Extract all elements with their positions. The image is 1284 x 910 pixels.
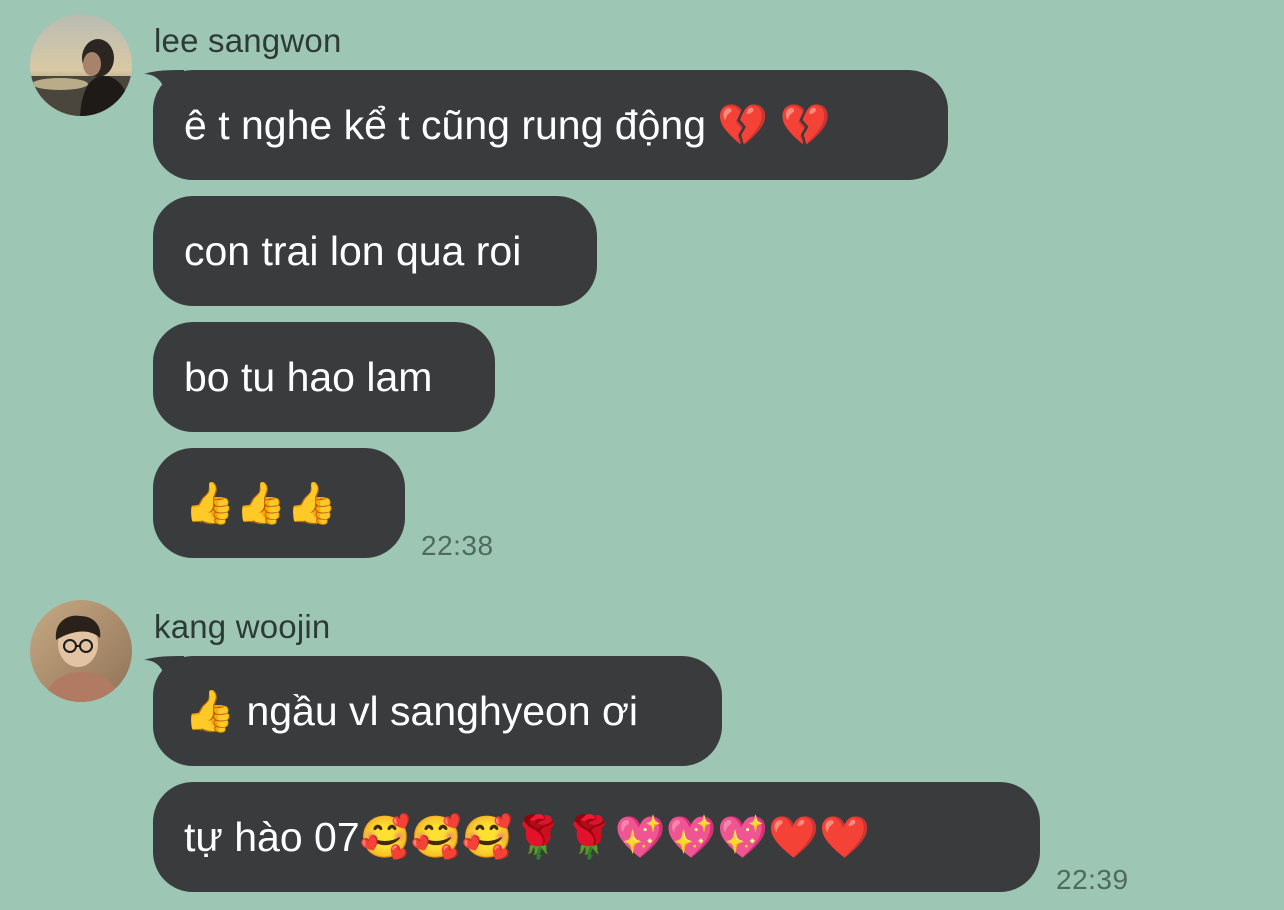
message-timestamp: 22:38 xyxy=(421,530,494,561)
message-bubble[interactable]: 👍👍👍 xyxy=(153,448,405,558)
message-bubble[interactable]: 👍 ngầu vl sanghyeon ơi xyxy=(153,656,722,766)
message-timestamp: 22:39 xyxy=(1056,864,1129,895)
avatar-lee-sangwon[interactable] xyxy=(30,14,132,116)
message-bubble[interactable]: ê t nghe kể t cũng rung động 💔 💔 xyxy=(153,70,948,180)
avatar-photo xyxy=(30,14,132,116)
avatar-kang-woojin[interactable] xyxy=(30,600,132,702)
sender-name: lee sangwon xyxy=(154,22,342,59)
avatar-photo xyxy=(30,600,132,702)
sender-name: kang woojin xyxy=(154,608,331,645)
message-bubble[interactable]: con trai lon qua roi xyxy=(153,196,597,306)
message-bubble[interactable]: bo tu hao lam xyxy=(153,322,495,432)
message-bubble[interactable]: tự hào 07🥰🥰🥰🌹🌹💖💖💖❤️❤️ xyxy=(153,782,1040,892)
